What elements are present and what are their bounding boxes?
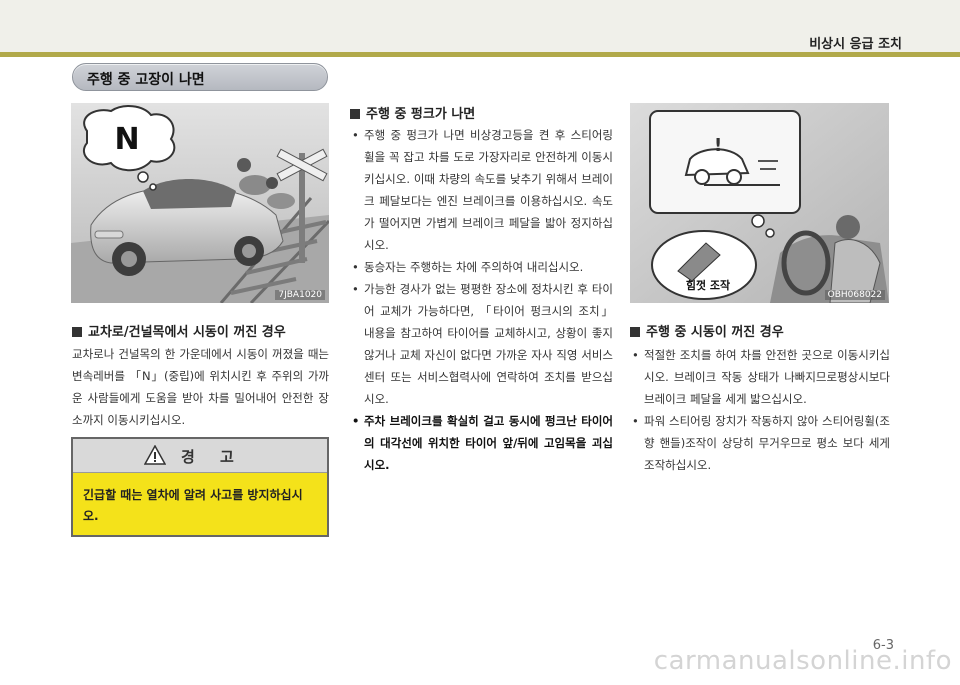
watermark: carmanualsonline.info xyxy=(653,646,952,676)
section-title: 비상시 응급 조치 xyxy=(809,37,902,52)
figure-code-1: 7JBA1020 xyxy=(275,290,325,300)
railway-crossing-figure: N 7JBA1020 xyxy=(71,103,329,303)
heading-bullet-square xyxy=(630,327,640,337)
warning-text: 긴급할 때는 열차에 알려 사고를 방지하십시오. xyxy=(83,488,303,523)
flat-tire-list: 주행 중 펑크가 나면 비상경고등을 켠 후 스티어링 휠을 꼭 잡고 차를 도… xyxy=(350,124,613,476)
gear-letter-n: N xyxy=(114,122,139,157)
warning-header: 경 고 xyxy=(73,439,327,473)
list-item: 파워 스티어링 장치가 작동하지 않아 스티어링휠(조향 핸들)조작이 상당히 … xyxy=(630,410,890,476)
engine-stall-list: 적절한 조치를 하여 차를 안전한 곳으로 이동시키십시오. 브레이크 작동 상… xyxy=(630,344,890,476)
chapter-title-pill: 주행 중 고장이 나면 xyxy=(72,63,328,91)
crossing-stall-heading: 교차로/건널목에서 시동이 꺼진 경우 xyxy=(72,321,286,340)
engine-stall-heading: 주행 중 시동이 꺼진 경우 xyxy=(630,321,784,340)
heading-bullet-square xyxy=(350,109,360,119)
list-item: 적절한 조치를 하여 차를 안전한 곳으로 이동시키십시오. 브레이크 작동 상… xyxy=(630,344,890,410)
engine-stall-figure: ! 힘껏 조작 OBH068022 xyxy=(630,103,889,303)
warning-title: 경 고 xyxy=(181,448,244,466)
list-item: 동승자는 주행하는 차에 주의하여 내리십시오. xyxy=(350,256,613,278)
figure-code-2: OBH068022 xyxy=(824,290,885,300)
chapter-title: 주행 중 고장이 나면 xyxy=(87,72,205,88)
driver-illustration: ! 힘껏 조작 xyxy=(630,103,889,303)
warning-box: 경 고 긴급할 때는 열차에 알려 사고를 방지하십시오. xyxy=(71,437,329,537)
list-item: 가능한 경사가 없는 평평한 장소에 정차시킨 후 타이어 교체가 가능하다면,… xyxy=(350,278,613,410)
stalled-car-illustration: N xyxy=(71,103,329,303)
crossing-stall-paragraph: 교차로나 건널목의 한 가운데에서 시동이 꺼졌을 때는 변속레버를 「N」(중… xyxy=(72,347,329,427)
heading-bullet-square xyxy=(72,327,82,337)
figure-caption-force: 힘껏 조작 xyxy=(686,278,730,292)
warning-triangle-icon xyxy=(144,445,166,465)
list-item: 주행 중 펑크가 나면 비상경고등을 켠 후 스티어링 휠을 꼭 잡고 차를 도… xyxy=(350,124,613,256)
flat-tire-heading: 주행 중 펑크가 나면 xyxy=(350,103,475,122)
svg-text:!: ! xyxy=(714,135,722,156)
list-item: 주차 브레이크를 확실히 걸고 동시에 펑크난 타이어의 대각선에 위치한 타이… xyxy=(350,410,613,476)
header-rule xyxy=(0,52,960,57)
